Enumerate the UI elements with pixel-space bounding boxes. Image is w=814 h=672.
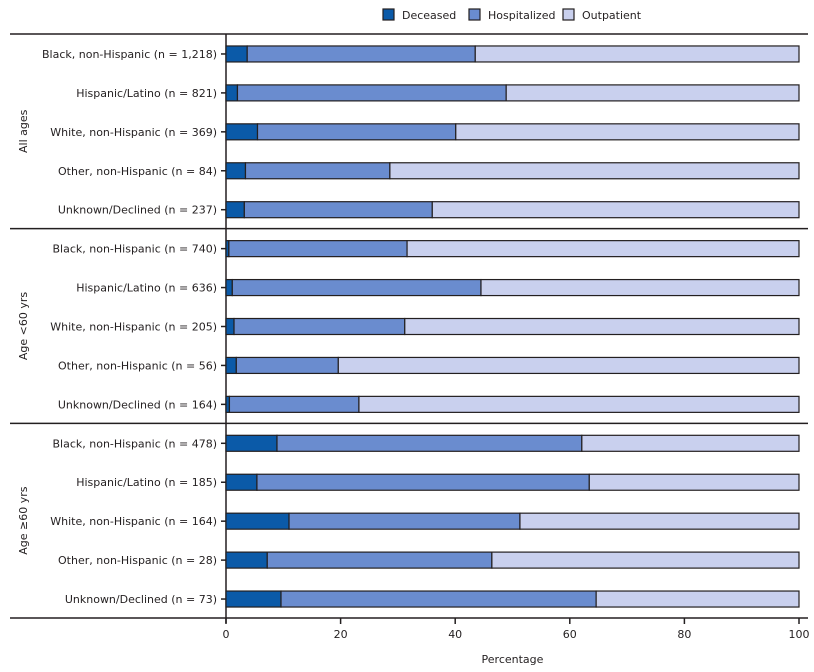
category-labels: All ages Black, non-Hispanic (n = 1,218) H… [17,48,226,606]
bar-segment-outpatient [491,551,800,569]
bar-segment-outpatient [595,590,800,608]
bar-segment-outpatient [581,434,800,452]
category-label: White, non-Hispanic (n = 164) [50,515,217,528]
bar-segment-outpatient [431,201,800,219]
x-axis: 0 20 40 60 80 100 Percentage [223,618,810,666]
bar-segment-hospitalized [246,45,476,63]
legend-label-outpatient: Outpatient [582,9,642,22]
category-label: Unknown/Declined (n = 73) [65,593,217,606]
bar-segment-deceased [225,45,248,63]
bar-segment-deceased [225,278,233,297]
bar-segment-hospitalized [236,84,507,102]
bars [225,45,800,608]
group-label: All ages [17,109,30,153]
bar-segment-deceased [225,201,245,219]
category-label: White, non-Hispanic (n = 205) [50,321,217,334]
category-label: Black, non-Hispanic (n = 1,218) [42,48,217,61]
bar-segment-deceased [225,434,278,452]
category-label: White, non-Hispanic (n = 369) [50,126,217,139]
bar-segment-deceased [225,473,258,491]
bar-segment-hospitalized [228,395,360,413]
category-label: Other, non-Hispanic (n = 84) [58,165,217,178]
category-label: Unknown/Declined (n = 164) [58,398,217,411]
bar-segment-deceased [225,356,237,375]
bar-segment-outpatient [519,512,800,530]
bar-segment-outpatient [455,123,800,141]
category-label: Unknown/Declined (n = 237) [58,204,217,217]
bar-segment-hospitalized [243,201,433,219]
bar-segment-hospitalized [280,590,597,608]
bar-segment-outpatient [389,162,800,180]
x-tick-label: 40 [448,628,462,641]
bar-segment-hospitalized [266,551,493,569]
bar-segment-outpatient [337,356,800,375]
legend-swatch-deceased [382,8,395,21]
x-tick-label: 20 [334,628,348,641]
bar-segment-hospitalized [256,473,590,491]
category-label: Other, non-Hispanic (n = 56) [58,359,217,372]
legend-label-deceased: Deceased [402,9,456,22]
bar-segment-deceased [225,512,290,530]
x-tick-label: 60 [563,628,577,641]
stacked-bar-chart: Deceased Hospitalized Outpatient All ages B… [10,8,810,666]
bar-segment-deceased [225,317,235,336]
bar-segment-outpatient [406,240,800,258]
category-label: Hispanic/Latino (n = 821) [76,87,217,100]
group-label: Age <60 yrs [17,292,30,361]
bar-segment-hospitalized [235,356,339,375]
bar-segment-outpatient [505,84,800,102]
bar-segment-deceased [225,123,259,141]
bar-segment-outpatient [474,45,800,63]
bar-segment-deceased [225,551,268,569]
bar-segment-deceased [225,84,239,102]
category-label: Black, non-Hispanic (n = 478) [52,437,217,450]
legend-label-hospitalized: Hospitalized [488,9,555,22]
group-label: Age ≥60 yrs [17,486,30,555]
bar-segment-deceased [225,162,247,180]
category-label: Black, non-Hispanic (n = 740) [52,243,217,256]
bar-segment-hospitalized [228,240,408,258]
bar-segment-outpatient [480,278,800,297]
bar-segment-deceased [225,590,282,608]
bar-segment-outpatient [404,317,800,336]
category-label: Hispanic/Latino (n = 185) [76,476,217,489]
x-tick-label: 0 [223,628,230,641]
category-label: Other, non-Hispanic (n = 28) [58,554,217,567]
bar-segment-outpatient [358,395,800,413]
x-tick-label: 80 [677,628,691,641]
bar-segment-hospitalized [276,434,583,452]
bar-segment-hospitalized [256,123,457,141]
legend-swatch-hospitalized [468,8,481,21]
legend: Deceased Hospitalized Outpatient [382,8,642,22]
legend-swatch-outpatient [562,8,575,21]
bar-segment-hospitalized [288,512,521,530]
x-axis-title: Percentage [482,653,544,666]
bar-segment-hospitalized [231,278,482,297]
bar-segment-hospitalized [244,162,391,180]
x-tick-label: 100 [789,628,810,641]
category-label: Hispanic/Latino (n = 636) [76,282,217,295]
bar-segment-hospitalized [233,317,406,336]
bar-segment-outpatient [588,473,800,491]
